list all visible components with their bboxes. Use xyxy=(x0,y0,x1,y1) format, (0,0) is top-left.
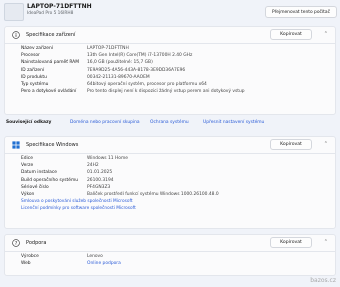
spec-value: 16,0 GB (použitelné: 15,7 GB) xyxy=(87,60,153,66)
watermark: bazos.cz xyxy=(310,277,336,284)
spec-key: Edice xyxy=(21,156,33,161)
spec-row: Pero a dotykové ovládání Pro tento disple… xyxy=(5,89,335,96)
spec-value: Balíček prostředí funkcí systému Windows… xyxy=(87,191,219,197)
spec-value: LAPTOP-71DFTTNH xyxy=(87,46,129,51)
rename-pc-button[interactable]: Přejmenovat tento počítač xyxy=(265,6,337,18)
spec-value: 64bitový operační systém, procesor pro p… xyxy=(87,81,207,87)
support-header[interactable]: ? Podpora Kopírovat ⌃ xyxy=(5,235,335,251)
info-icon xyxy=(12,31,20,39)
link-domain-workgroup[interactable]: Doména nebo pracovní skupina xyxy=(70,120,140,125)
support-card: ? Podpora Kopírovat ⌃ Výrobce Lenovo Web O… xyxy=(4,234,336,276)
spec-value: 26100.3194 xyxy=(87,177,114,183)
windows-spec-card: Specifikace Windows Kopírovat ⌃ Edice Win… xyxy=(4,136,336,229)
spec-value: 24H2 xyxy=(87,163,99,169)
link-ms-software-license[interactable]: Licenční podmínky pro software společnos… xyxy=(5,206,335,213)
spec-row: Sériové číslo PF4GN3Z3 xyxy=(5,185,335,192)
spec-key: Build operačního systému xyxy=(21,177,79,183)
copy-windows-spec-button[interactable]: Kopírovat xyxy=(270,139,312,150)
device-spec-card: Specifikace zařízení Kopírovat ⌃ Název z… xyxy=(4,26,336,115)
spec-key: Výkon xyxy=(21,191,35,197)
related-links: Související odkazy Doména nebo pracovní … xyxy=(4,117,336,129)
laptop-icon xyxy=(4,3,24,21)
spec-value: Lenovo xyxy=(87,254,103,259)
windows-spec-header[interactable]: Specifikace Windows Kopírovat ⌃ xyxy=(5,137,335,153)
spec-key: Verze xyxy=(21,163,34,169)
spec-value: 7E9A9D25-4A56-443A-8178-3E9DD36A7E96 xyxy=(87,67,186,73)
spec-row: Datum instalace 01.01.2025 xyxy=(5,170,335,177)
spec-value: Pro tento displej není k dispozici žádný… xyxy=(87,89,245,95)
pc-model: IdeaPad Pro 5 16IRH8 xyxy=(27,11,74,16)
help-icon: ? xyxy=(12,239,20,247)
pc-name: LAPTOP-71DFTTNH xyxy=(27,3,92,10)
spec-value: 00342-21131-89670-AAOEM xyxy=(87,74,150,80)
spec-key: Název zařízení xyxy=(21,46,54,51)
chevron-up-icon[interactable]: ⌃ xyxy=(324,141,328,147)
spec-row: ID zařízení 7E9A9D25-4A56-443A-8178-3E9DD… xyxy=(5,68,335,75)
pc-header: LAPTOP-71DFTTNH IdeaPad Pro 5 16IRH8 Pře… xyxy=(0,0,340,22)
spec-row: ID produktu 00342-21131-89670-AAOEM xyxy=(5,75,335,82)
chevron-up-icon[interactable]: ⌃ xyxy=(324,31,328,37)
related-links-label: Související odkazy xyxy=(6,120,52,125)
copy-support-button[interactable]: Kopírovat xyxy=(270,237,312,248)
link-advanced-system-settings[interactable]: Upřesnit nastavení systému xyxy=(203,120,264,125)
spec-key: Typ systému xyxy=(21,81,49,87)
device-spec-rows: Název zařízení LAPTOP-71DFTTNH Procesor 13… xyxy=(5,44,335,96)
device-spec-title: Specifikace zařízení xyxy=(26,32,76,38)
spec-key: Sériové číslo xyxy=(21,184,49,190)
spec-value: 13th Gen Intel(R) Core(TM) i7-13700H 2.4… xyxy=(87,53,193,59)
spec-key: Procesor xyxy=(21,53,40,59)
windows-spec-title: Specifikace Windows xyxy=(26,142,79,148)
windows-spec-rows: Edice Windows 11 Home Verze 24H2 Datum ins… xyxy=(5,154,335,213)
chevron-up-icon[interactable]: ⌃ xyxy=(324,239,328,245)
copy-device-spec-button[interactable]: Kopírovat xyxy=(270,29,312,40)
support-title: Podpora xyxy=(26,240,47,246)
spec-value: Windows 11 Home xyxy=(87,156,128,161)
windows-logo-icon xyxy=(12,141,20,149)
spec-row: Nainstalovaná paměť RAM 16,0 GB (použitel… xyxy=(5,60,335,67)
spec-value: PF4GN3Z3 xyxy=(87,184,111,190)
spec-key: ID produktu xyxy=(21,74,47,80)
link-system-protection[interactable]: Ochrana systému xyxy=(150,120,189,125)
online-support-link[interactable]: Online podpora xyxy=(87,261,121,266)
support-rows: Výrobce Lenovo Web Online podpora xyxy=(5,252,335,268)
spec-key: Web xyxy=(21,261,31,267)
spec-row: Výrobce Lenovo xyxy=(5,254,335,261)
device-spec-header[interactable]: Specifikace zařízení Kopírovat ⌃ xyxy=(5,27,335,43)
spec-key: Pero a dotykové ovládání xyxy=(21,89,77,95)
spec-key: Výrobce xyxy=(21,254,39,259)
spec-key: ID zařízení xyxy=(21,67,45,73)
spec-key: Datum instalace xyxy=(21,170,57,176)
spec-row: Edice Windows 11 Home xyxy=(5,156,335,163)
spec-row: Build operačního systému 26100.3194 xyxy=(5,178,335,185)
spec-key: Nainstalovaná paměť RAM xyxy=(21,60,79,66)
spec-row: Web Online podpora xyxy=(5,261,335,268)
spec-value: 01.01.2025 xyxy=(87,170,113,176)
